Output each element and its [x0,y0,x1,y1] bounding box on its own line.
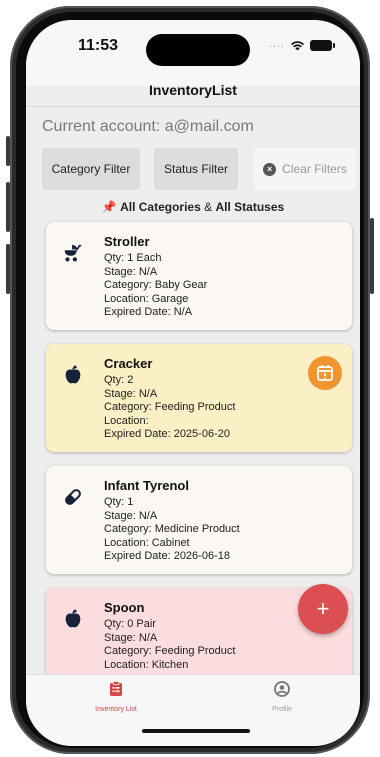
signal-icon: .... [268,37,285,50]
pill-icon [65,489,81,505]
item-stage: Stage: N/A [104,631,158,644]
status-icons: .... [268,37,335,51]
category-filter-label: Category Filter [51,162,131,176]
pushpin-icon: 📌 [101,200,117,214]
calendar-alert-icon [317,365,333,381]
phone-side-button [370,218,374,294]
item-qty: Qty: 1 Each [104,252,162,264]
item-name: Stroller [104,234,150,249]
phone-side-button [6,182,10,232]
tab-inventory-list-label: Inventory List [95,706,137,713]
status-time: 11:53 [78,37,119,54]
apple-icon [65,609,81,628]
category-filter-button[interactable]: Category Filter [42,148,140,190]
item-category: Category: Feeding Product [104,645,236,657]
status-filter-button[interactable]: Status Filter [154,148,238,190]
item-name: Spoon [104,600,145,615]
summary-categories: All Categories [120,200,201,214]
current-account-label: Current account: a@mail.com [42,118,254,135]
header-divider [26,106,360,107]
clear-filters-label: Clear Filters [282,162,347,176]
page-title: InventoryList [149,82,237,98]
item-expired-date: Expired Date: 2026-06-18 [104,550,230,562]
status-filter-label: Status Filter [163,162,229,176]
user-circle-icon [274,681,290,697]
item-qty: Qty: 1 [104,496,134,508]
baby-carriage-icon [64,244,82,262]
tab-inventory-list[interactable]: Inventory List [56,681,176,713]
plus-icon: + [316,596,330,621]
filter-summary: 📌 All Categories & All Statuses [26,200,360,214]
item-name: Infant Tyrenol [104,478,189,493]
battery-icon [310,40,335,51]
app-screen: 11:53 .... InventoryList Current account… [26,20,360,746]
card-details: Infant Tyrenol Qty: 1 Stage: N/A Categor… [104,478,240,564]
item-stage: Stage: N/A [104,387,158,400]
item-qty: Qty: 0 Pair [104,618,156,630]
add-item-button[interactable]: + [298,584,348,634]
expiry-alert-badge[interactable] [308,356,342,390]
home-indicator[interactable] [142,729,250,733]
card-details: Cracker Qty: 2 Stage: N/A Category: Feed… [104,356,235,442]
inventory-card[interactable]: Stroller Qty: 1 Each Stage: N/A Category… [46,222,352,330]
close-circle-icon: × [263,162,277,176]
item-location: Location: Kitchen [104,658,189,671]
card-details: Stroller Qty: 1 Each Stage: N/A Category… [104,234,207,320]
item-location: Location: [104,414,149,427]
phone-side-button [6,136,10,166]
clear-filters-button[interactable]: × Clear Filters [254,148,356,190]
tab-profile[interactable]: Profile [222,681,342,713]
item-stage: Stage: N/A [104,509,158,522]
item-stage: Stage: N/A [104,265,158,278]
item-category: Category: Baby Gear [104,279,208,291]
phone-side-button [6,244,10,294]
inventory-card[interactable]: Infant Tyrenol Qty: 1 Stage: N/A Categor… [46,466,352,574]
apple-icon [65,365,81,384]
inventory-card[interactable]: Cracker Qty: 2 Stage: N/A Category: Feed… [46,344,352,452]
item-category: Category: Feeding Product [104,401,236,413]
item-name: Cracker [104,356,153,371]
summary-ampersand: & [204,200,213,214]
item-qty: Qty: 2 [104,374,134,386]
item-category: Category: Medicine Product [104,523,240,535]
item-location: Location: Garage [104,292,189,305]
item-expired-date: Expired Date: 2025-06-20 [104,428,230,440]
item-expired-date: Expired Date: N/A [104,306,193,318]
item-location: Location: Cabinet [104,536,190,549]
clipboard-list-icon [110,681,122,696]
summary-statuses: All Statuses [215,200,285,214]
dynamic-island [146,34,250,66]
card-details: Spoon Qty: 0 Pair Stage: N/A Category: F… [104,600,235,672]
status-bar: 11:53 .... InventoryList [26,20,360,98]
wifi-icon [291,41,304,51]
tab-profile-label: Profile [272,706,292,713]
tab-bar: Inventory List Profile [26,674,360,746]
